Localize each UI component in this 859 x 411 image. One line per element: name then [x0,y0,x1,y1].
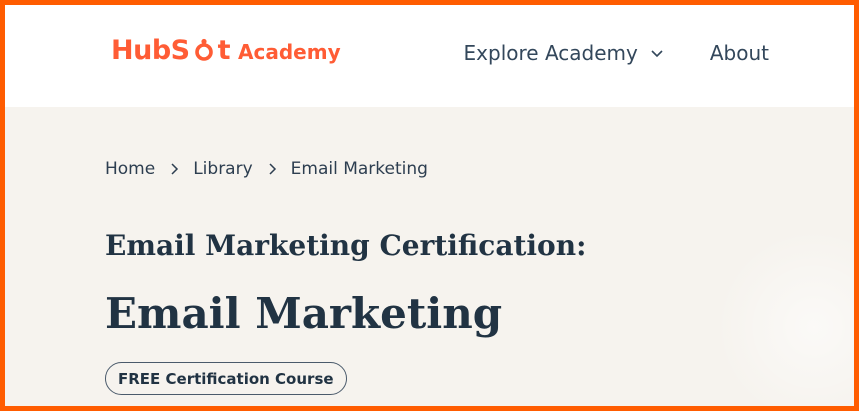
course-title: Email Marketing [105,289,503,338]
breadcrumb-home[interactable]: Home [105,159,155,179]
breadcrumb: Home Library Email Marketing [105,159,428,179]
breadcrumb-email-marketing[interactable]: Email Marketing [291,159,428,179]
course-hero: Home Library Email Marketing Email Marke… [5,107,854,406]
course-type-badge: FREE Certification Course [105,362,347,395]
decorative-glow [714,227,854,406]
top-navigation-bar: HubS t Academy Explore Academy About [5,5,854,107]
hubspot-sprocket-icon [194,38,213,61]
course-subtitle: Email Marketing Certification: [105,229,587,262]
breadcrumb-library[interactable]: Library [193,159,252,179]
hubspot-wordmark: HubS t [111,35,231,66]
academy-wordmark: Academy [238,40,341,64]
nav-explore-academy[interactable]: Explore Academy [464,41,664,65]
page-frame: HubS t Academy Explore Academy About Home… [0,0,859,411]
nav-explore-academy-label: Explore Academy [463,41,638,65]
hubspot-academy-logo[interactable]: HubS t Academy [111,35,341,79]
chevron-right-icon [171,163,179,175]
nav-about-label: About [709,41,769,65]
chevron-down-icon [651,50,663,58]
chevron-right-icon [269,163,276,175]
main-nav: Explore Academy About [464,41,769,65]
nav-about[interactable]: About [710,41,769,65]
